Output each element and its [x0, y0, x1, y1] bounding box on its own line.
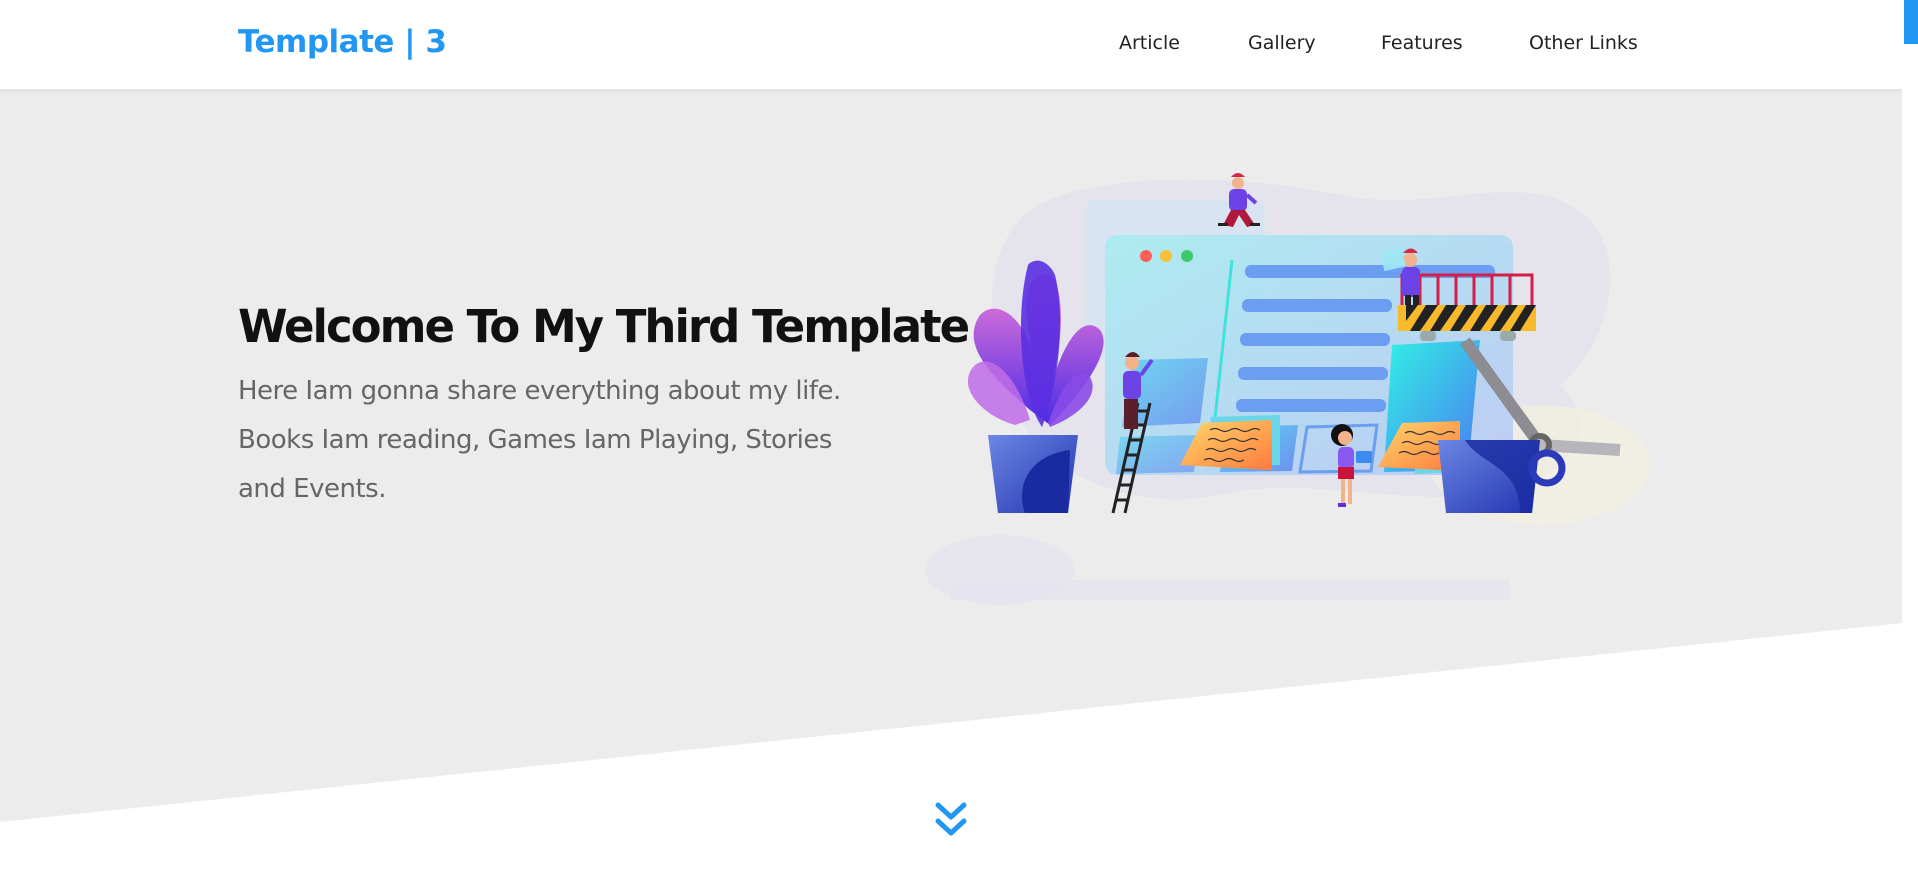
- page-scrollbar[interactable]: [1902, 0, 1918, 872]
- hero-illustration: [920, 165, 1670, 615]
- nav-link-gallery[interactable]: Gallery: [1248, 32, 1316, 54]
- nav-link-other-links[interactable]: Other Links: [1529, 32, 1638, 54]
- page: Template | 3 Article Gallery Features Ot…: [0, 0, 1902, 872]
- double-chevron-down-icon: [935, 802, 967, 836]
- site-logo[interactable]: Template | 3: [238, 24, 447, 60]
- hero-intro: Welcome To My Third Template Here Iam go…: [238, 300, 970, 514]
- hero-title: Welcome To My Third Template: [238, 300, 970, 353]
- scroll-down-button[interactable]: [934, 801, 968, 839]
- hero-description: Here Iam gonna share everything about my…: [238, 376, 841, 504]
- site-header: Template | 3 Article Gallery Features Ot…: [0, 0, 1902, 89]
- nav-link-features[interactable]: Features: [1381, 32, 1463, 54]
- scrollbar-thumb[interactable]: [1904, 0, 1918, 44]
- nav-link-article[interactable]: Article: [1119, 32, 1180, 54]
